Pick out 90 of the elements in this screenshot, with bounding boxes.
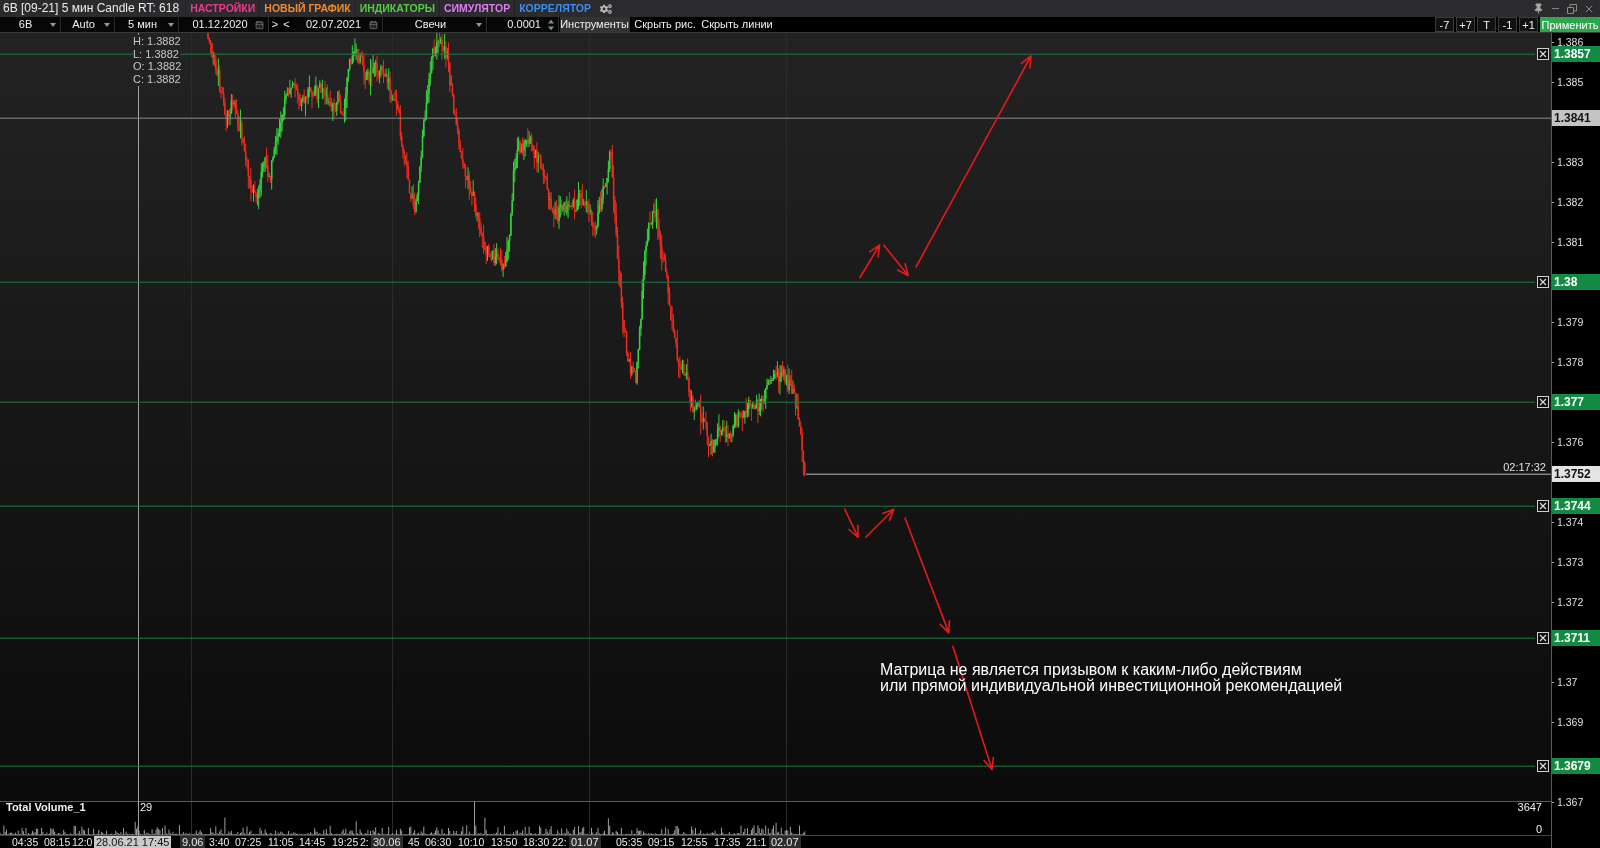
volume-axis-label: 0 bbox=[1535, 823, 1542, 835]
price-tick-label: 1.386 bbox=[1552, 36, 1584, 47]
time-label: 02:17:32 bbox=[1503, 460, 1546, 473]
price-tag: 1.3752 bbox=[1552, 466, 1600, 483]
time-label: 13:50 bbox=[491, 836, 518, 848]
price-tick-label: 1.373 bbox=[1552, 556, 1584, 567]
price-tag: 1.3841 bbox=[1552, 110, 1600, 127]
price-tick-label: 1.379 bbox=[1552, 316, 1584, 327]
time-label: 2: bbox=[360, 836, 369, 848]
price-tick-label: 1.385 bbox=[1552, 76, 1584, 87]
shift-button[interactable]: T bbox=[1477, 17, 1496, 32]
number-field[interactable]: 0.0001 bbox=[488, 17, 559, 32]
arrow bbox=[859, 244, 881, 279]
shift-button[interactable]: -1 bbox=[1498, 17, 1517, 32]
ohlc-value: C: 1.3882 bbox=[133, 73, 182, 86]
time-label: 07:25 bbox=[235, 836, 262, 848]
pin-icon[interactable] bbox=[1533, 3, 1544, 14]
price-tick-label: 1.383 bbox=[1552, 156, 1584, 167]
close-icon[interactable] bbox=[1537, 760, 1549, 773]
time-label: 17:35 bbox=[714, 836, 741, 848]
time-label: 14:45 bbox=[299, 836, 326, 848]
volume-value: 29 bbox=[140, 801, 153, 813]
dropdown[interactable]: Auto bbox=[62, 17, 115, 32]
arrow bbox=[882, 244, 909, 277]
calendar-icon[interactable] bbox=[255, 20, 264, 29]
volume-axis-label: 3647 bbox=[1517, 801, 1542, 813]
time-label: 21:1 bbox=[746, 836, 767, 848]
time-label: 10:10 bbox=[458, 836, 485, 848]
price-tick-label: 1.37 bbox=[1552, 676, 1578, 687]
close-icon[interactable] bbox=[1537, 632, 1549, 645]
caret-icon bbox=[476, 22, 482, 27]
time-label: 04:35 bbox=[12, 836, 39, 848]
close-icon[interactable] bbox=[1537, 48, 1549, 61]
price-tag: 1.38 bbox=[1552, 274, 1600, 291]
stepper-icon[interactable] bbox=[548, 19, 554, 30]
settings-icon[interactable] bbox=[600, 2, 612, 15]
price-tick-label: 1.381 bbox=[1552, 236, 1584, 247]
price-tick-label: 1.374 bbox=[1552, 516, 1584, 527]
window-title: 6B [09-21] 5 мин Candle RT: 618 bbox=[3, 0, 181, 17]
dropdown[interactable]: Свечи bbox=[384, 17, 487, 32]
date-label: 30.06 bbox=[371, 836, 403, 848]
time-label: 11:05 bbox=[268, 836, 294, 848]
price-tick-label: 1.382 bbox=[1552, 196, 1584, 207]
price-tick-label: 1.372 bbox=[1552, 596, 1584, 607]
date-field[interactable]: 02.07.2021 bbox=[293, 17, 383, 32]
ohlc-value: O: 1.3882 bbox=[133, 60, 183, 74]
price-tick-label: 1.367 bbox=[1552, 796, 1584, 807]
price-tag: 1.3711 bbox=[1552, 630, 1600, 647]
arrow bbox=[864, 508, 895, 539]
restore-icon[interactable] bbox=[1567, 3, 1577, 14]
close-icon[interactable] bbox=[1537, 276, 1549, 289]
time-label: 22: bbox=[552, 836, 567, 848]
crosshair-time-label: 28.06.21 17:45 bbox=[94, 836, 172, 848]
price-tag: 1.377 bbox=[1552, 394, 1600, 411]
shift-button[interactable]: -7 bbox=[1435, 17, 1454, 32]
calendar-icon[interactable] bbox=[369, 20, 378, 29]
time-label: 08:15 bbox=[44, 836, 71, 848]
time-label: 05:35 bbox=[616, 836, 643, 848]
date-label: 01.07 bbox=[569, 836, 601, 848]
time-label: 12:0 bbox=[72, 836, 93, 848]
time-label: 09:15 bbox=[648, 836, 675, 848]
tools-button[interactable]: Инструменты bbox=[560, 17, 630, 32]
price-tick-label: 1.369 bbox=[1552, 716, 1584, 727]
time-label: 45 bbox=[408, 836, 420, 848]
price-tag: 1.3679 bbox=[1552, 758, 1600, 775]
arrow bbox=[843, 508, 859, 539]
caret-icon bbox=[104, 22, 110, 27]
close-icon[interactable] bbox=[1537, 500, 1549, 513]
dropdown[interactable]: 6B bbox=[0, 17, 61, 32]
price-tick-label: 1.378 bbox=[1552, 356, 1584, 367]
time-label: 19:25 bbox=[332, 836, 359, 848]
time-label: 12:55 bbox=[681, 836, 708, 848]
ohlc-value: H: 1.3882 bbox=[133, 35, 182, 48]
indicator-name: Total Volume_1 bbox=[6, 801, 86, 813]
close-icon[interactable] bbox=[1537, 396, 1549, 409]
time-label: 18:30 bbox=[523, 836, 550, 848]
time-label: 06:30 bbox=[425, 836, 452, 848]
toolbar-button[interactable]: Скрыть линии bbox=[700, 17, 774, 32]
caret-icon bbox=[168, 22, 174, 27]
price-tag: 1.3857 bbox=[1552, 46, 1600, 63]
date-label: 9.06 bbox=[180, 836, 206, 848]
shift-button[interactable]: +1 bbox=[1519, 17, 1538, 32]
dropdown[interactable]: 5 мин bbox=[116, 17, 179, 32]
date-label: 02.07 bbox=[769, 836, 801, 848]
price-tick-label: 1.376 bbox=[1552, 436, 1584, 447]
shift-button[interactable]: +7 bbox=[1456, 17, 1475, 32]
time-label: 3:40 bbox=[209, 836, 230, 848]
caret-icon bbox=[50, 22, 56, 27]
price-tag: 1.3744 bbox=[1552, 498, 1600, 515]
date-field[interactable]: 01.12.2020 bbox=[180, 17, 269, 32]
